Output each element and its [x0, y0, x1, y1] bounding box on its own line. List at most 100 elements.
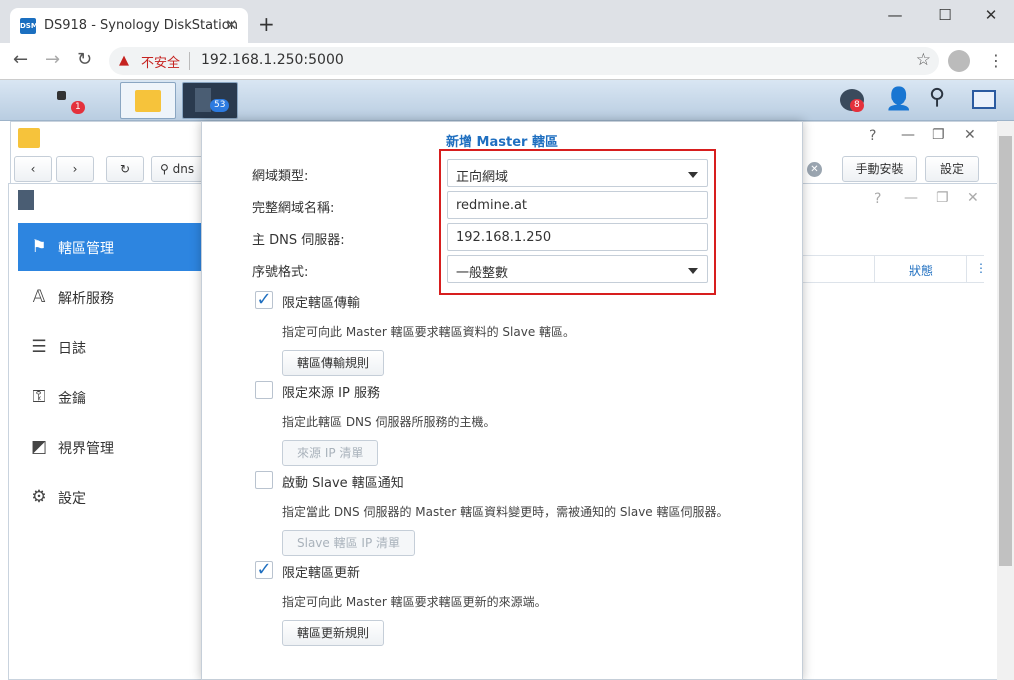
forward-icon[interactable]: → — [45, 49, 60, 70]
sidebar-item-label: 日誌 — [58, 341, 86, 357]
dns-badge: 53 — [210, 99, 230, 112]
back-icon[interactable]: ← — [13, 49, 28, 70]
resolve-icon: 𝔸 — [32, 287, 46, 307]
zone-transfer-rules-button[interactable]: 轄區傳輸規則 — [282, 350, 385, 376]
gear-icon: ⚙ — [31, 487, 47, 507]
restore-icon[interactable]: ❐ — [936, 190, 949, 206]
tab-title: DS918 - Synology DiskStation — [44, 18, 238, 33]
manual-install-button[interactable]: 手動安裝 — [842, 156, 917, 182]
domain-name-input[interactable]: redmine.at — [447, 191, 708, 219]
column-divider — [874, 256, 875, 282]
reload-icon[interactable]: ↻ — [77, 49, 92, 70]
warning-icon[interactable]: ▲ — [119, 53, 129, 68]
insecure-label[interactable]: 不安全 — [141, 52, 180, 71]
domain-name-label: 完整網域名稱: — [252, 201, 335, 216]
account-icon[interactable] — [948, 50, 970, 72]
slave-notify-checkbox[interactable] — [255, 471, 273, 489]
widgets-icon[interactable] — [972, 90, 996, 109]
zone-transfer-desc: 指定可向此 Master 轄區要求轄區資料的 Slave 轄區。 — [282, 325, 576, 339]
zone-transfer-checkbox[interactable]: ✓ — [255, 291, 273, 309]
serial-format-label: 序號格式: — [252, 265, 309, 280]
log-icon: ☰ — [31, 337, 47, 357]
dsm-favicon: DSM — [20, 18, 38, 34]
notifications-badge: 8 — [850, 99, 864, 112]
close-icon[interactable]: ✕ — [967, 190, 979, 206]
source-ip-checkbox[interactable] — [255, 381, 273, 399]
zone-update-desc: 指定可向此 Master 轄區要求轄區更新的來源端。 — [282, 595, 547, 609]
main-menu-badge: 1 — [71, 101, 85, 114]
dns-server-icon — [195, 88, 211, 112]
view-icon: ◩ — [30, 437, 48, 457]
source-ip-label: 限定來源 IP 服務 — [282, 386, 380, 401]
main-menu-button[interactable]: 1 — [5, 82, 85, 119]
primary-dns-label: 主 DNS 伺服器: — [252, 233, 345, 248]
zone-update-checkbox[interactable]: ✓ — [255, 561, 273, 579]
grid-icon — [57, 91, 66, 100]
user-icon[interactable]: 👤 — [885, 87, 912, 112]
close-window-icon[interactable]: ✕ — [976, 6, 1006, 26]
search-icon[interactable]: ⚲ — [929, 85, 945, 110]
browser-tab[interactable]: DSM DS918 - Synology DiskStation ✕ — [10, 8, 248, 43]
browser-tabstrip: DSM DS918 - Synology DiskStation ✕ + — ☐… — [0, 0, 1014, 43]
address-separator — [189, 52, 190, 70]
back-button[interactable]: ‹ — [14, 156, 52, 182]
flag-icon: ⚑ — [31, 237, 47, 257]
minimize-icon[interactable]: — — [904, 190, 918, 206]
refresh-button[interactable]: ↻ — [106, 156, 144, 182]
help-icon[interactable]: ? — [874, 191, 881, 207]
maximize-window-icon[interactable]: ☐ — [930, 6, 960, 26]
source-ip-list-button[interactable]: 來源 IP 清單 — [282, 440, 379, 466]
menu-icon[interactable]: ⋮ — [988, 51, 1004, 70]
star-icon[interactable]: ☆ — [916, 50, 931, 70]
forward-button[interactable]: › — [56, 156, 94, 182]
slave-notify-desc: 指定當此 DNS 伺服器的 Master 轄區資料變更時，需被通知的 Slave… — [282, 505, 729, 519]
chevron-down-icon — [688, 268, 698, 274]
source-ip-desc: 指定此轄區 DNS 伺服器所服務的主機。 — [282, 415, 496, 429]
scrollbar-thumb[interactable] — [999, 136, 1012, 566]
dsm-taskbar: 1 53 8 👤 ⚲ — [0, 80, 1014, 121]
close-icon[interactable]: ✕ — [964, 127, 976, 143]
new-tab-icon[interactable]: + — [258, 12, 275, 36]
settings-button[interactable]: 設定 — [925, 156, 979, 182]
primary-dns-input[interactable]: 192.168.1.250 — [447, 223, 708, 251]
slave-ip-list-button[interactable]: Slave 轄區 IP 清單 — [282, 530, 416, 556]
browser-toolbar: ← → ↻ ▲ 不安全 192.168.1.250:5000 ☆ — [0, 43, 1014, 80]
domain-type-select[interactable]: 正向網域 — [447, 159, 708, 187]
package-center-icon — [135, 90, 161, 112]
package-center-window-icon — [18, 128, 40, 148]
dns-window-icon — [18, 190, 34, 210]
notifications-icon[interactable]: 8 — [840, 89, 864, 112]
minimize-window-icon[interactable]: — — [880, 6, 910, 26]
url-text[interactable]: 192.168.1.250:5000 — [201, 52, 344, 68]
zone-transfer-label: 限定轄區傳輸 — [282, 296, 361, 311]
domain-type-label: 網域類型: — [252, 169, 309, 184]
sidebar-item-views[interactable]: ◩ 視界管理 — [18, 423, 202, 471]
dns-server-taskbar-button[interactable]: 53 — [182, 82, 238, 119]
status-column-header[interactable]: 狀態 — [909, 262, 933, 279]
sidebar-item-log[interactable]: ☰ 日誌 — [18, 323, 202, 371]
sidebar-item-settings[interactable]: ⚙ 設定 — [18, 473, 202, 521]
sidebar-item-label: 解析服務 — [58, 291, 114, 307]
clear-search-icon[interactable]: ✕ — [807, 162, 822, 177]
zone-update-label: 限定轄區更新 — [282, 566, 361, 581]
chevron-down-icon — [688, 172, 698, 178]
close-tab-icon[interactable]: ✕ — [225, 16, 238, 34]
slave-notify-label: 啟動 Slave 轄區通知 — [282, 476, 404, 491]
sidebar-item-zones[interactable]: ⚑ 轄區管理 — [18, 223, 202, 271]
sidebar-item-resolution[interactable]: 𝔸 解析服務 — [18, 273, 202, 321]
column-menu-icon[interactable]: ⋮ — [975, 261, 987, 275]
sidebar-item-keys[interactable]: ⚿ 金鑰 — [18, 373, 202, 421]
zone-update-rules-button[interactable]: 轄區更新規則 — [282, 620, 385, 646]
search-value: dns — [172, 162, 195, 176]
domain-type-value: 正向網域 — [456, 170, 509, 185]
minimize-icon[interactable]: — — [901, 127, 915, 143]
address-bar[interactable]: ▲ 不安全 192.168.1.250:5000 ☆ — [109, 47, 939, 75]
restore-icon[interactable]: ❐ — [932, 127, 945, 143]
sidebar-item-label: 設定 — [58, 491, 86, 507]
sidebar-item-label: 轄區管理 — [58, 241, 114, 257]
add-master-zone-dialog: 新增 Master 轄區 網域類型: 正向網域 完整網域名稱: redmine.… — [201, 121, 803, 680]
package-center-taskbar-button[interactable] — [120, 82, 176, 119]
sidebar-item-label: 視界管理 — [58, 441, 114, 457]
serial-format-select[interactable]: 一般整數 — [447, 255, 708, 283]
help-icon[interactable]: ? — [869, 128, 876, 144]
